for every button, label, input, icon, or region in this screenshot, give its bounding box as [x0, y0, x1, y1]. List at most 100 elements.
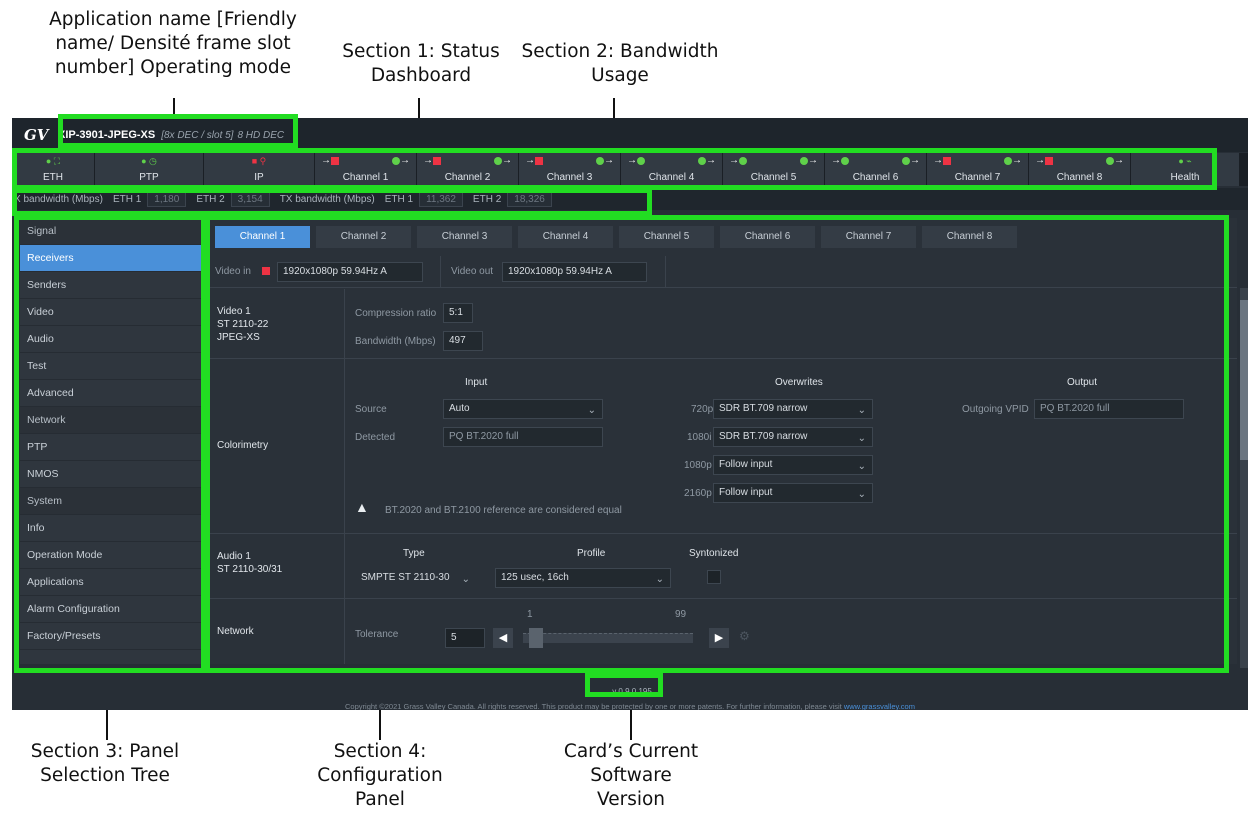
status-tile-12[interactable]: ● ⌁ Health [1131, 153, 1239, 186]
tolerance-slider[interactable] [523, 628, 693, 648]
detected-value: PQ BT.2020 full [443, 427, 603, 447]
status-tile-3[interactable]: ■ ⚲ IP [204, 153, 314, 186]
chevron-down-icon: ⌄ [461, 574, 470, 585]
sidebar-item-audio[interactable]: Audio [20, 326, 206, 353]
status-tile-8[interactable]: → → Channel 5 [723, 153, 824, 186]
audio1-header: Audio 1 ST 2110-30/31 [207, 534, 345, 598]
status-tile-label: IP [254, 172, 264, 183]
tab-channel-8[interactable]: Channel 8 [922, 226, 1017, 248]
colorimetry-header: Colorimetry [207, 359, 345, 533]
status-tile-label: PTP [139, 172, 159, 183]
status-tile-label: Channel 4 [648, 172, 695, 183]
type-heading: Type [403, 548, 425, 559]
sidebar-item-advanced[interactable]: Advanced [20, 380, 206, 407]
ow-720p-select[interactable]: SDR BT.709 narrow ⌄ [713, 399, 873, 419]
config-scrollbar[interactable] [1240, 288, 1248, 668]
audio-profile-value: 125 usec, 16ch [501, 572, 569, 583]
video-out-label: Video out [451, 266, 494, 277]
video1-header: Video 1 ST 2110-22 JPEG-XS [207, 289, 345, 358]
chevron-down-icon: ⌄ [857, 489, 866, 500]
audio-profile-select[interactable]: 125 usec, 16ch ⌄ [495, 568, 671, 588]
tolerance-max: 99 [675, 609, 687, 620]
rx-eth1-value: 1,180 [147, 191, 187, 207]
sidebar-item-factory-presets[interactable]: Factory/Presets [20, 623, 206, 650]
tx-bandwidth-label: TX bandwidth (Mbps) [279, 193, 375, 205]
audio-type-select[interactable]: SMPTE ST 2110-30 ⌄ [355, 568, 477, 588]
overwrites-heading: Overwrites [775, 377, 823, 388]
sidebar-item-receivers[interactable]: Receivers [20, 245, 206, 272]
video-io-row: Video in 1920x1080p 59.94Hz A Video out … [207, 256, 1237, 288]
status-tile-11[interactable]: → → Channel 8 [1029, 153, 1130, 186]
tab-channel-7[interactable]: Channel 7 [821, 226, 916, 248]
channel-output-status-icon: → [902, 155, 920, 166]
video1-standard: ST 2110-22 [217, 319, 269, 330]
ow-1080i-select[interactable]: SDR BT.709 narrow ⌄ [713, 427, 873, 447]
tab-channel-3[interactable]: Channel 3 [417, 226, 512, 248]
app-window: GV XIP-3901-JPEG-XS [8x DEC / slot 5] 8 … [12, 118, 1248, 710]
decrement-icon[interactable]: ◀ [493, 628, 513, 648]
sidebar-item-applications[interactable]: Applications [20, 569, 206, 596]
tolerance-input[interactable]: 5 [445, 628, 485, 648]
ow-2160p-select[interactable]: Follow input ⌄ [713, 483, 873, 503]
sidebar-item-network[interactable]: Network [20, 407, 206, 434]
sidebar-item-video[interactable]: Video [20, 299, 206, 326]
source-select[interactable]: Auto ⌄ [443, 399, 603, 419]
sidebar-item-nmos[interactable]: NMOS [20, 461, 206, 488]
status-tile-label: Channel 8 [1056, 172, 1103, 183]
video1-title: Video 1 [217, 306, 251, 317]
website-link[interactable]: www.grassvalley.com [844, 702, 915, 710]
status-icon: ● ◷ [141, 156, 157, 166]
callout-section3: Section 3: Panel Selection Tree [30, 741, 180, 786]
status-tile-1[interactable]: ● ⛶ ETH [12, 153, 94, 186]
sidebar-item-ptp[interactable]: PTP [20, 434, 206, 461]
vpid-label: Outgoing VPID [962, 404, 1029, 415]
channel-tabs: Channel 1 Channel 2 Channel 3 Channel 4 Chan… [215, 226, 1017, 248]
chevron-down-icon: ⌄ [857, 433, 866, 444]
config-scroll-thumb[interactable] [1240, 300, 1248, 460]
status-tile-label: Channel 6 [852, 172, 899, 183]
ow-720p-value: SDR BT.709 narrow [719, 403, 808, 414]
network-section: Network Tolerance 1 99 5 ◀ ▶ ⚙ [207, 599, 1237, 664]
tab-channel-4[interactable]: Channel 4 [518, 226, 613, 248]
channel-output-status-icon: → [596, 155, 614, 166]
status-dashboard: ● ⛶ ETH ● ◷ PTP ■ ⚲ IP → → Channel 1 → → Channel 2 →… [12, 153, 1248, 186]
syntonized-checkbox[interactable] [707, 570, 721, 584]
ow-1080p-select[interactable]: Follow input ⌄ [713, 455, 873, 475]
sidebar-item-senders[interactable]: Senders [20, 272, 206, 299]
channel-input-status-icon: → [831, 155, 849, 166]
output-heading: Output [1067, 377, 1098, 388]
tx-eth2-value: 18,326 [507, 191, 552, 207]
channel-output-status-icon: → [1106, 155, 1124, 166]
status-tile-5[interactable]: → → Channel 2 [417, 153, 518, 186]
sidebar-item-test[interactable]: Test [20, 353, 206, 380]
sidebar-item-operation-mode[interactable]: Operation Mode [20, 542, 206, 569]
sidebar-item-signal[interactable]: Signal [20, 218, 206, 245]
status-tile-2[interactable]: ● ◷ PTP [95, 153, 203, 186]
tab-channel-2[interactable]: Channel 2 [316, 226, 411, 248]
slider-thumb[interactable] [529, 628, 544, 648]
ow-1080p-label: 1080p [684, 460, 712, 471]
colorimetry-section: Colorimetry Input Overwrites Output Sour… [207, 359, 1237, 534]
app-name: XIP-3901-JPEG-XS [58, 129, 156, 141]
video-in-format: 1920x1080p 59.94Hz A [277, 262, 423, 282]
sidebar-item-info[interactable]: Info [20, 515, 206, 542]
status-tile-10[interactable]: → → Channel 7 [927, 153, 1028, 186]
sidebar-item-system[interactable]: System [20, 488, 206, 515]
increment-icon[interactable]: ▶ [709, 628, 729, 648]
sidebar-item-alarm-configuration[interactable]: Alarm Configuration [20, 596, 206, 623]
slot-info: [8x DEC / slot 5] [161, 129, 234, 141]
status-icon: ● ⌁ [1178, 156, 1192, 166]
callout-section4: Section 4: Configuration Panel [317, 741, 443, 810]
status-tile-6[interactable]: → → Channel 3 [519, 153, 620, 186]
channel-input-status-icon: → [423, 155, 441, 166]
status-tile-4[interactable]: → → Channel 1 [315, 153, 416, 186]
tab-channel-1[interactable]: Channel 1 [215, 226, 310, 248]
ow-1080i-value: SDR BT.709 narrow [719, 431, 808, 442]
tx-eth1-value: 11,362 [419, 191, 463, 207]
bandwidth-value: 497 [443, 331, 483, 351]
status-tile-7[interactable]: → → Channel 4 [621, 153, 722, 186]
status-tile-9[interactable]: → → Channel 6 [825, 153, 926, 186]
tab-channel-6[interactable]: Channel 6 [720, 226, 815, 248]
title-bar: GV XIP-3901-JPEG-XS [8x DEC / slot 5] 8 … [12, 118, 1248, 152]
tab-channel-5[interactable]: Channel 5 [619, 226, 714, 248]
